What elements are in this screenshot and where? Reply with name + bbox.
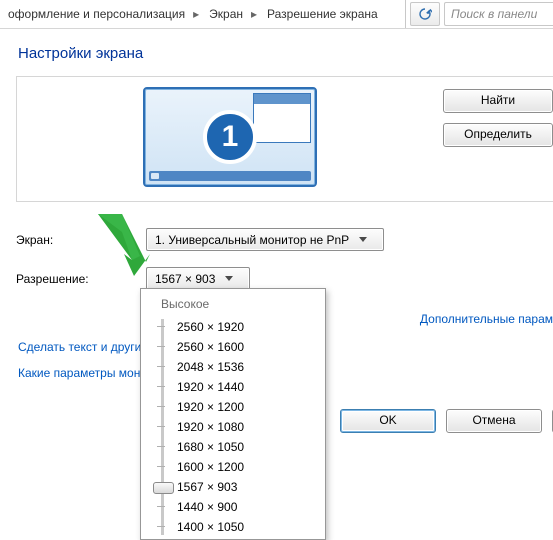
resolution-option[interactable]: 2560 × 1920 (177, 317, 319, 337)
breadcrumb-item[interactable]: Разрешение экрана (259, 0, 384, 28)
slider-track (161, 319, 164, 535)
resolution-option[interactable]: 1920 × 1200 (177, 397, 319, 417)
display-preview-panel: 1 Найти Определить (16, 76, 553, 202)
resolution-option[interactable]: 1567 × 903 (177, 477, 319, 497)
window-icon (253, 93, 311, 143)
resolution-option[interactable]: 2048 × 1536 (177, 357, 319, 377)
page-title: Настройки экрана (18, 45, 553, 62)
resolution-option[interactable]: 1440 × 900 (177, 497, 319, 517)
chevron-right-icon: ▸ (191, 7, 201, 21)
resolution-option[interactable]: 1400 × 1050 (177, 517, 319, 537)
monitor-preview[interactable]: 1 (143, 87, 317, 187)
breadcrumb[interactable]: оформление и персонализация ▸ Экран ▸ Ра… (0, 0, 406, 28)
display-select[interactable]: 1. Универсальный монитор не PnP (146, 228, 384, 251)
resolution-slider[interactable]: 2560 × 1920 2560 × 1600 2048 × 1536 1920… (147, 317, 319, 537)
cancel-button[interactable]: Отмена (446, 409, 542, 433)
resolution-option[interactable]: 1920 × 1440 (177, 377, 319, 397)
breadcrumb-item[interactable]: оформление и персонализация (0, 0, 191, 28)
resolution-option[interactable]: 1600 × 1200 (177, 457, 319, 477)
monitor-number: 1 (203, 110, 257, 164)
detect-button[interactable]: Определить (443, 123, 553, 147)
find-button[interactable]: Найти (443, 89, 553, 113)
text-size-link[interactable]: Сделать текст и другие (18, 340, 148, 354)
resolution-option[interactable]: 2560 × 1600 (177, 337, 319, 357)
chevron-down-icon (359, 237, 367, 242)
advanced-settings-link[interactable]: Дополнительные парам (420, 312, 553, 326)
resolution-dropdown[interactable]: Высокое 2560 × 1920 2560 × 1600 2048 × 1… (140, 288, 326, 540)
resolution-select-value: 1567 × 903 (155, 272, 215, 286)
resolution-dropdown-header: Высокое (147, 295, 319, 317)
dialog-buttons: OK Отмена Примени (340, 409, 553, 433)
ok-button[interactable]: OK (340, 409, 436, 433)
breadcrumb-item[interactable]: Экран (201, 0, 249, 28)
chevron-down-icon (225, 276, 233, 281)
display-select-value: 1. Универсальный монитор не PnP (155, 233, 349, 247)
resolution-option[interactable]: 1680 × 1050 (177, 437, 319, 457)
resolution-select[interactable]: 1567 × 903 (146, 267, 250, 290)
resolution-option[interactable]: 1920 × 1080 (177, 417, 319, 437)
refresh-button[interactable] (410, 2, 440, 26)
address-bar: оформление и персонализация ▸ Экран ▸ Ра… (0, 0, 553, 29)
taskbar-icon (149, 171, 311, 181)
which-settings-link[interactable]: Какие параметры мон (18, 366, 148, 380)
slider-thumb[interactable] (153, 482, 174, 494)
search-input[interactable]: Поиск в панели (444, 2, 553, 26)
chevron-right-icon: ▸ (249, 7, 259, 21)
